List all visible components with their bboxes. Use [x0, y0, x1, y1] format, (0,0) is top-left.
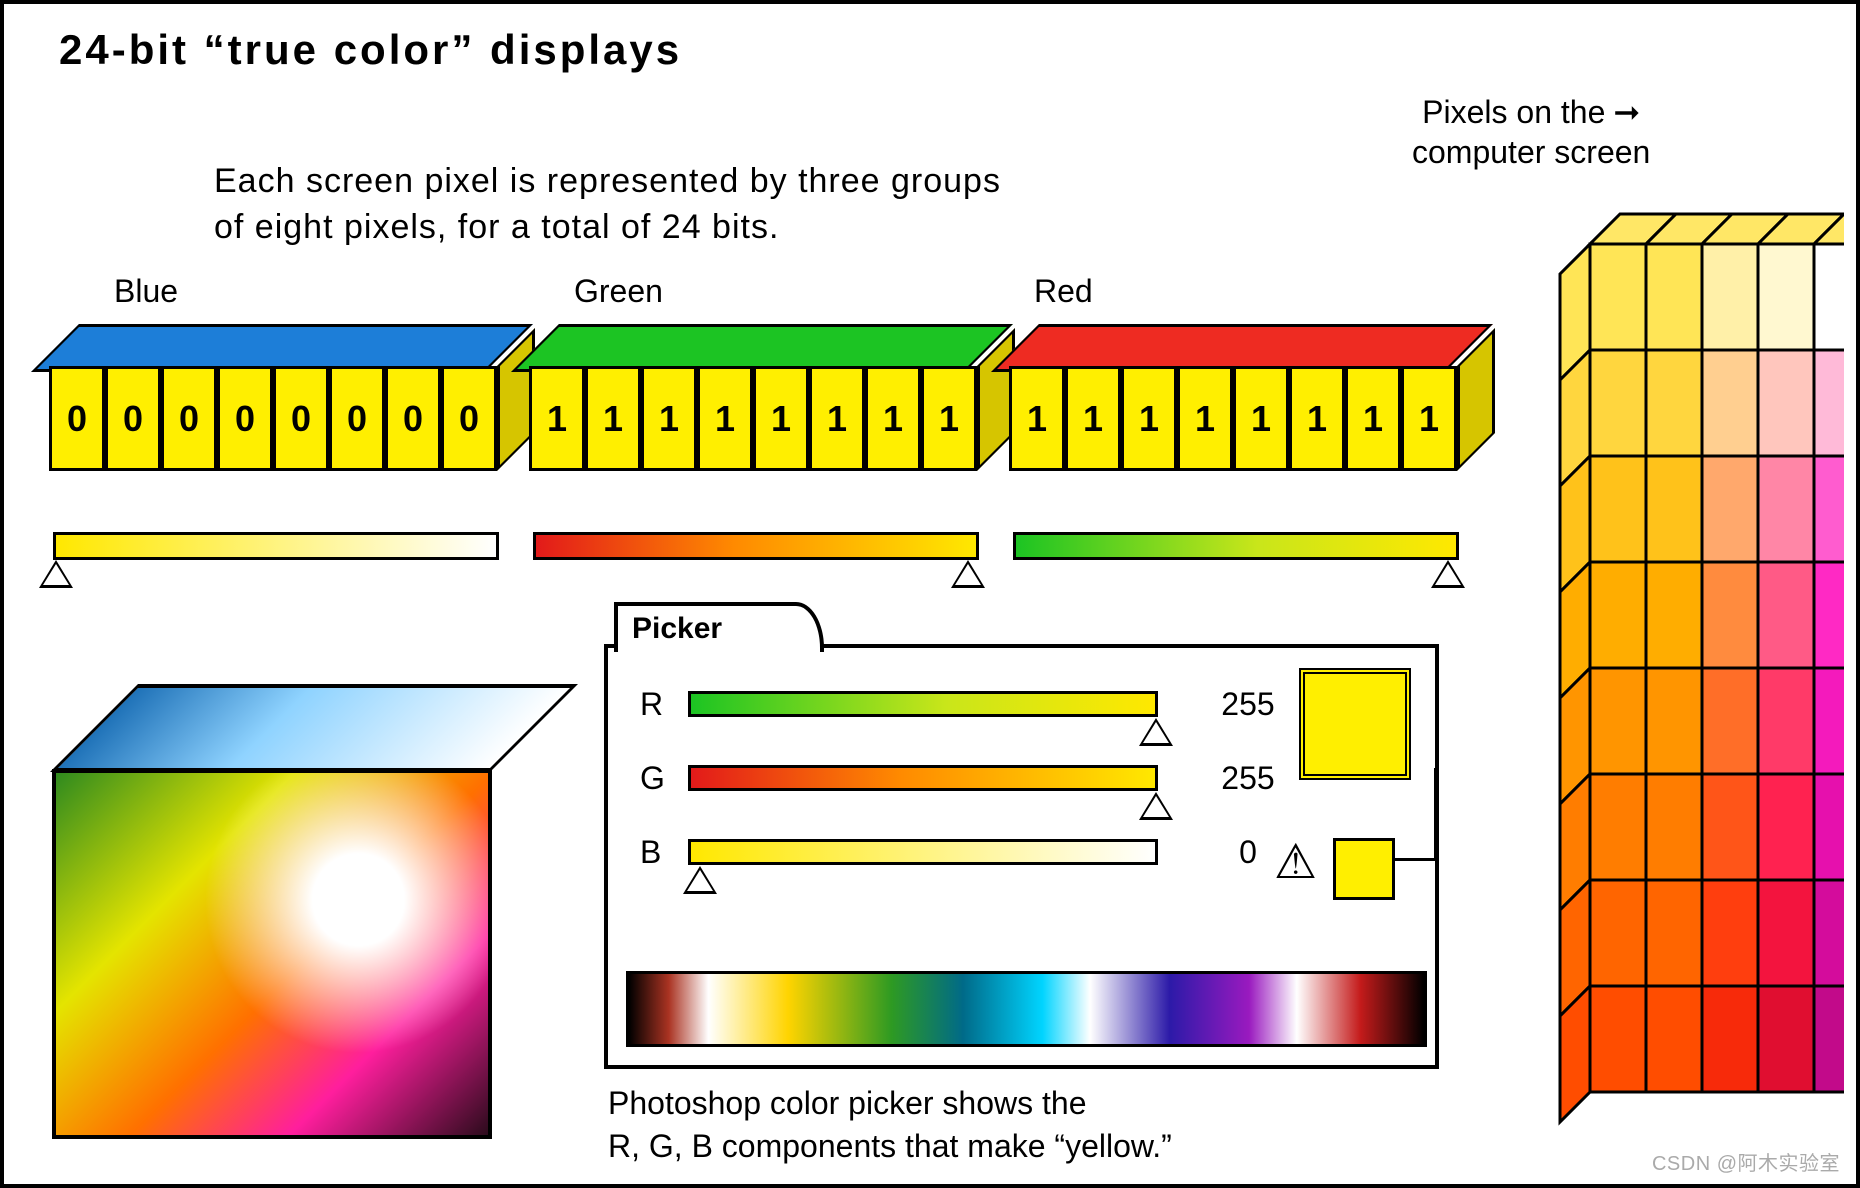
bit-cell: 1 — [753, 366, 809, 471]
bit-cell: 1 — [641, 366, 697, 471]
slider-g[interactable] — [688, 765, 1158, 791]
channel-label: R — [640, 686, 688, 723]
subtitle: Each screen pixel is represented by thre… — [214, 159, 1001, 251]
bit-cell: 0 — [217, 366, 273, 471]
bit-cell: 0 — [105, 366, 161, 471]
bit-cell: 1 — [697, 366, 753, 471]
bit-cell: 1 — [865, 366, 921, 471]
bit-cell: 1 — [585, 366, 641, 471]
watermark: CSDN @阿木实验室 — [1652, 1147, 1840, 1176]
gradient-bar-blue — [53, 532, 499, 560]
picker-panel: Picker R255G255B0 ⚠ — [604, 644, 1439, 1069]
pixel-wall — [1524, 124, 1844, 1174]
bit-cell: 0 — [273, 366, 329, 471]
bit-cell: 1 — [1121, 366, 1177, 471]
slider-pointer-icon — [1431, 560, 1465, 588]
slider-r[interactable] — [688, 691, 1158, 717]
bit-cell: 1 — [1177, 366, 1233, 471]
slider-pointer-icon — [39, 560, 73, 588]
bit-cell: 1 — [1401, 366, 1457, 471]
channel-value: 255 — [1198, 760, 1298, 797]
bit-cell: 0 — [161, 366, 217, 471]
slider-pointer-icon — [1139, 718, 1173, 746]
bit-cell: 1 — [921, 366, 977, 471]
channel-label: B — [640, 834, 688, 871]
bit-cell: 1 — [1345, 366, 1401, 471]
bit-groups: 000000001111111111111111 — [49, 324, 1479, 494]
page-title: 24-bit “true color” displays — [59, 26, 682, 74]
channel-label: G — [640, 760, 688, 797]
slider-pointer-icon — [1139, 792, 1173, 820]
bit-cell: 0 — [441, 366, 497, 471]
bit-cell: 1 — [1233, 366, 1289, 471]
gradient-bar-green — [533, 532, 979, 560]
channel-value: 255 — [1198, 686, 1298, 723]
warning-icon: ⚠ — [1274, 834, 1317, 890]
bit-cell: 1 — [809, 366, 865, 471]
picker-row-g: G 255 — [640, 758, 1410, 798]
bit-cell: 0 — [385, 366, 441, 471]
color-cube — [52, 684, 527, 1159]
bit-cell: 1 — [529, 366, 585, 471]
slider-pointer-icon — [683, 866, 717, 894]
gradient-bar-red — [1013, 532, 1459, 560]
bit-cell: 1 — [1065, 366, 1121, 471]
swatch-small — [1333, 838, 1395, 900]
label-blue: Blue — [114, 273, 178, 310]
slider-b[interactable] — [688, 839, 1158, 865]
label-green: Green — [574, 273, 663, 310]
bit-cell: 1 — [1289, 366, 1345, 471]
bit-cell: 0 — [329, 366, 385, 471]
bit-cell: 1 — [1009, 366, 1065, 471]
slider-pointer-icon — [951, 560, 985, 588]
picker-row-r: R 255 — [640, 684, 1410, 724]
picker-tab: Picker — [614, 602, 824, 652]
bit-cell: 0 — [49, 366, 105, 471]
spectrum-bar — [626, 971, 1427, 1047]
label-red: Red — [1034, 273, 1093, 310]
picker-caption: Photoshop color picker shows the R, G, B… — [608, 1082, 1172, 1168]
swatch-big — [1299, 668, 1411, 780]
